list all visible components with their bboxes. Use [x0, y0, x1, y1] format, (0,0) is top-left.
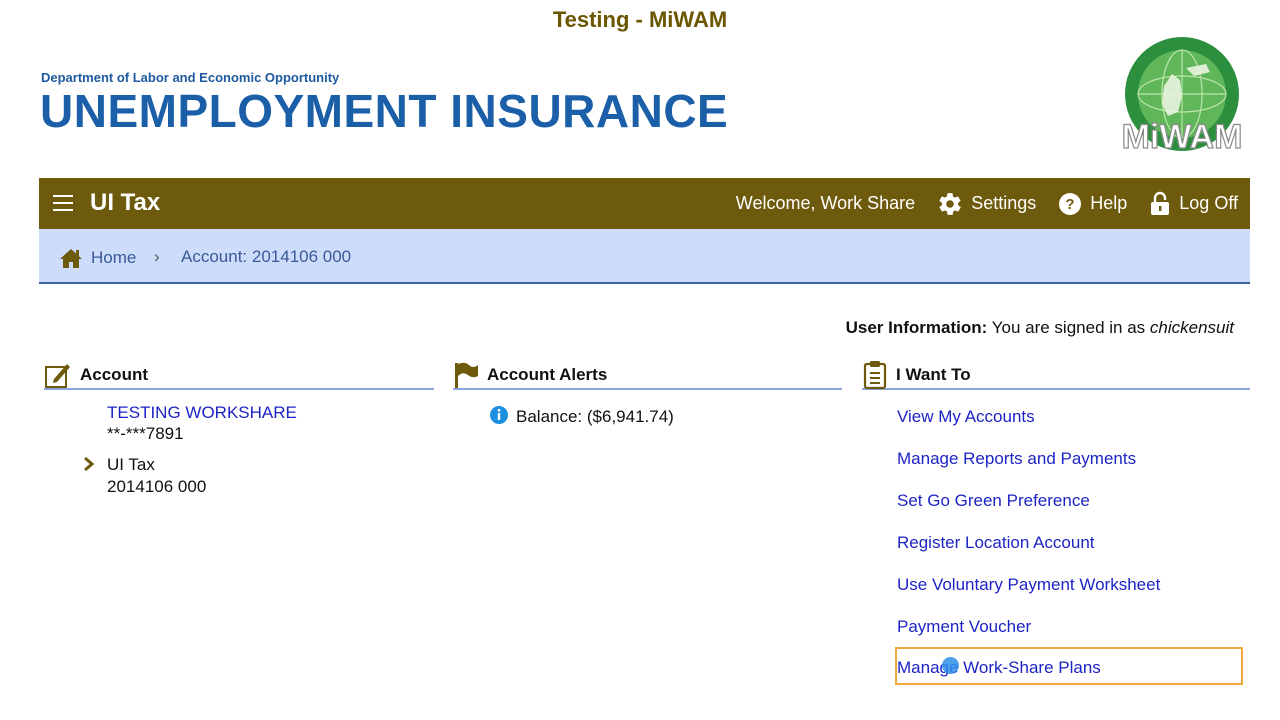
alerts-panel-header: Account Alerts	[453, 362, 842, 390]
window-title: Testing - MiWAM	[552, 7, 728, 32]
iwantto-panel-header: I Want To	[862, 360, 1250, 390]
link-register-location-account[interactable]: Register Location Account	[897, 533, 1095, 553]
welcome-label: Welcome, Work Share	[735, 193, 916, 213]
menu-icon[interactable]	[53, 195, 73, 211]
alerts-heading: Account Alerts	[487, 365, 608, 384]
flag-icon	[453, 361, 479, 389]
breadcrumb-home[interactable]: Home	[59, 247, 136, 269]
help-button[interactable]: ? Help	[1058, 192, 1127, 216]
user-info-text: You are signed in as	[991, 318, 1146, 337]
account-number-masked: **-***7891	[107, 424, 184, 443]
help-label: Help	[1090, 193, 1128, 213]
username: chickensuit	[1149, 318, 1234, 337]
breadcrumb-home-label: Home	[91, 248, 137, 267]
app-name[interactable]: UI Tax	[90, 189, 160, 217]
link-view-my-accounts[interactable]: View My Accounts	[897, 407, 1035, 427]
breadcrumb-current: Account: 2014106 000	[181, 247, 352, 266]
link-manage-work-share-plans[interactable]: Manage Work-Share Plans	[897, 658, 1101, 678]
logoff-label: Log Off	[1179, 193, 1238, 213]
account-sub-number: 2014106 000	[107, 477, 207, 496]
help-icon: ?	[1058, 192, 1082, 216]
top-navbar: UI Tax Welcome, Work Share Settings ? He…	[39, 178, 1250, 229]
link-payment-voucher[interactable]: Payment Voucher	[897, 617, 1031, 637]
account-panel-header: Account	[44, 362, 434, 390]
breadcrumb: Home › Account: 2014106 000	[39, 229, 1250, 284]
user-info-label: User Information:	[845, 318, 988, 337]
page-title: UNEMPLOYMENT INSURANCE	[40, 85, 729, 137]
link-manage-reports-payments[interactable]: Manage Reports and Payments	[897, 449, 1136, 469]
lock-icon	[1149, 191, 1171, 217]
department-name: Department of Labor and Economic Opportu…	[41, 70, 340, 85]
link-voluntary-payment-worksheet[interactable]: Use Voluntary Payment Worksheet	[897, 575, 1160, 595]
clipboard-icon	[862, 360, 888, 390]
gear-icon	[937, 191, 963, 217]
expand-chevron-icon[interactable]	[82, 456, 96, 477]
settings-label: Settings	[971, 193, 1037, 213]
account-name-link[interactable]: TESTING WORKSHARE	[107, 403, 297, 423]
link-go-green-preference[interactable]: Set Go Green Preference	[897, 491, 1090, 511]
iwantto-heading: I Want To	[896, 365, 971, 384]
logo-wordmark: MiWAM	[1122, 118, 1243, 156]
miwam-logo: MiWAM	[1112, 34, 1252, 164]
home-icon	[59, 247, 83, 269]
info-icon	[489, 405, 509, 430]
welcome-text: Welcome, Work Share	[736, 193, 915, 214]
balance-alert: Balance: ($6,941.74)	[516, 407, 674, 426]
user-information: User Information: You are signed in as c…	[846, 318, 1234, 338]
svg-text:?: ?	[1066, 196, 1075, 213]
click-cursor-indicator	[942, 657, 959, 674]
account-sub-label[interactable]: UI Tax	[107, 455, 155, 475]
account-heading: Account	[80, 365, 148, 384]
breadcrumb-separator: ›	[154, 247, 160, 266]
edit-icon	[44, 361, 72, 389]
logoff-button[interactable]: Log Off	[1149, 191, 1238, 217]
settings-button[interactable]: Settings	[937, 191, 1036, 217]
